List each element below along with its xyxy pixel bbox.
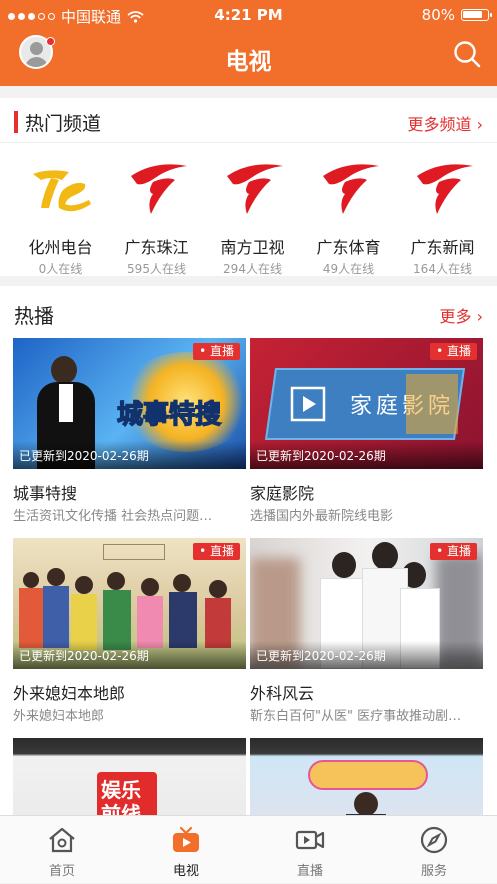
host-head bbox=[51, 356, 77, 384]
tab-live[interactable]: 直播 bbox=[248, 816, 372, 884]
channel-online-count: 164人在线 bbox=[413, 262, 472, 276]
channel-name: 广东体育 bbox=[316, 238, 381, 257]
section-title: 热播 bbox=[14, 304, 54, 328]
live-badge: 直播 bbox=[430, 543, 477, 560]
program-title: 家庭影院 bbox=[250, 484, 315, 503]
channel-online-count: 294人在线 bbox=[223, 262, 282, 276]
tab-label: 首页 bbox=[48, 864, 75, 879]
divider bbox=[0, 142, 497, 143]
section-title: 热门频道 bbox=[25, 113, 102, 135]
updated-label: 已更新到2020-02-26期 bbox=[250, 441, 483, 469]
film-play-icon bbox=[290, 386, 326, 422]
program-desc: 选播国内外最新院线电影 bbox=[250, 509, 394, 524]
more-channels-link[interactable]: 更多频道 › bbox=[407, 111, 483, 135]
nav-bar: 电视 bbox=[0, 30, 497, 86]
channel-name: 南方卫视 bbox=[220, 238, 285, 257]
program-card[interactable]: 娱乐前线 bbox=[13, 738, 246, 815]
more-hot-link[interactable]: 更多 › bbox=[439, 303, 483, 327]
program-card[interactable]: 直播 已更新到2020-02-26期 外科风云 靳东白百何"从医" 医疗事故推动… bbox=[250, 538, 483, 728]
tab-tv[interactable]: 电视 bbox=[124, 816, 248, 884]
channel-online-count: 0人在线 bbox=[38, 262, 83, 276]
guangdong-logo-icon bbox=[227, 164, 283, 214]
updated-label: 已更新到2020-02-26期 bbox=[13, 441, 246, 469]
home-icon bbox=[49, 827, 75, 853]
program-card[interactable] bbox=[250, 738, 483, 815]
tab-services[interactable]: 服务 bbox=[372, 816, 496, 884]
chevron-right-icon: › bbox=[476, 307, 483, 326]
program-desc: 靳东白百何"从医" 医疗事故推动剧… bbox=[250, 709, 462, 724]
battery-icon bbox=[461, 9, 492, 21]
program-logo-text: 城事特搜 bbox=[116, 399, 222, 431]
program-title: 城事特搜 bbox=[13, 484, 78, 503]
huazhou-logo-icon bbox=[33, 170, 91, 212]
channel-name: 广东珠江 bbox=[124, 238, 189, 257]
program-thumbnail: 家庭影院 直播 已更新到2020-02-26期 bbox=[250, 338, 483, 469]
program-card[interactable]: 城事特搜 直播 已更新到2020-02-26期 城事特搜 生活资讯文化传播 社会… bbox=[13, 338, 246, 528]
program-thumbnail: 城事特搜 直播 已更新到2020-02-26期 bbox=[13, 338, 246, 469]
tv-icon bbox=[173, 826, 199, 852]
program-desc: 外来媳妇本地郎 bbox=[13, 709, 105, 724]
tab-bar: 首页 电视 直播 服务 bbox=[0, 815, 497, 883]
updated-label: 已更新到2020-02-26期 bbox=[13, 641, 246, 669]
guangdong-logo-icon bbox=[323, 164, 379, 214]
live-badge: 直播 bbox=[430, 343, 477, 360]
channel-online-count: 49人在线 bbox=[322, 262, 375, 276]
channel-online-count: 595人在线 bbox=[127, 262, 186, 276]
tab-home[interactable]: 首页 bbox=[0, 816, 124, 884]
tab-label: 服务 bbox=[420, 864, 447, 879]
status-bar: 中国联通 4:21 PM 80% bbox=[0, 0, 497, 30]
compass-icon bbox=[420, 826, 448, 854]
tab-label: 电视 bbox=[172, 864, 199, 879]
channel-name: 化州电台 bbox=[28, 238, 93, 257]
tab-label: 直播 bbox=[296, 864, 323, 879]
battery-percent: 80% bbox=[421, 6, 455, 24]
more-hot-label: 更多 bbox=[439, 307, 472, 326]
channel-list: 化州电台 0人在线 广东珠江 595人在线 南方卫视 294人在线 广东体育 4… bbox=[0, 162, 497, 276]
program-thumbnail: 直播 已更新到2020-02-26期 bbox=[13, 538, 246, 669]
search-icon[interactable] bbox=[453, 40, 481, 68]
video-camera-icon bbox=[295, 830, 325, 850]
updated-label: 已更新到2020-02-26期 bbox=[250, 641, 483, 669]
section-marker bbox=[14, 111, 18, 133]
program-thumbnail: 娱乐前线 bbox=[13, 738, 246, 815]
program-card[interactable]: 家庭影院 直播 已更新到2020-02-26期 家庭影院 选播国内外最新院线电影 bbox=[250, 338, 483, 528]
more-channels-label: 更多频道 bbox=[407, 115, 472, 134]
hot-channels-section: 热门频道 更多频道 › 化州电台 0人在线 广东珠江 595人在线 南方卫视 2… bbox=[0, 98, 497, 276]
guangdong-logo-icon bbox=[131, 164, 187, 214]
live-badge: 直播 bbox=[193, 543, 240, 560]
program-title: 外来媳妇本地郎 bbox=[13, 684, 126, 703]
program-thumbnail: 直播 已更新到2020-02-26期 bbox=[250, 538, 483, 669]
chevron-right-icon: › bbox=[476, 115, 483, 134]
guangdong-logo-icon bbox=[417, 164, 473, 214]
program-logo-text: 娱乐前线 bbox=[101, 778, 141, 815]
program-card[interactable]: 直播 已更新到2020-02-26期 外来媳妇本地郎 外来媳妇本地郎 bbox=[13, 538, 246, 728]
program-title: 外科风云 bbox=[250, 684, 315, 703]
program-thumbnail bbox=[250, 738, 483, 815]
program-desc: 生活资讯文化传播 社会热点问题… bbox=[13, 509, 213, 524]
live-badge: 直播 bbox=[193, 343, 240, 360]
channel-name: 广东新闻 bbox=[410, 238, 475, 257]
hot-play-section: 热播 更多 › 城事特搜 直播 已更新到2020-02-26期 城事特搜 生活资… bbox=[0, 286, 497, 815]
page-title: 电视 bbox=[225, 49, 272, 75]
